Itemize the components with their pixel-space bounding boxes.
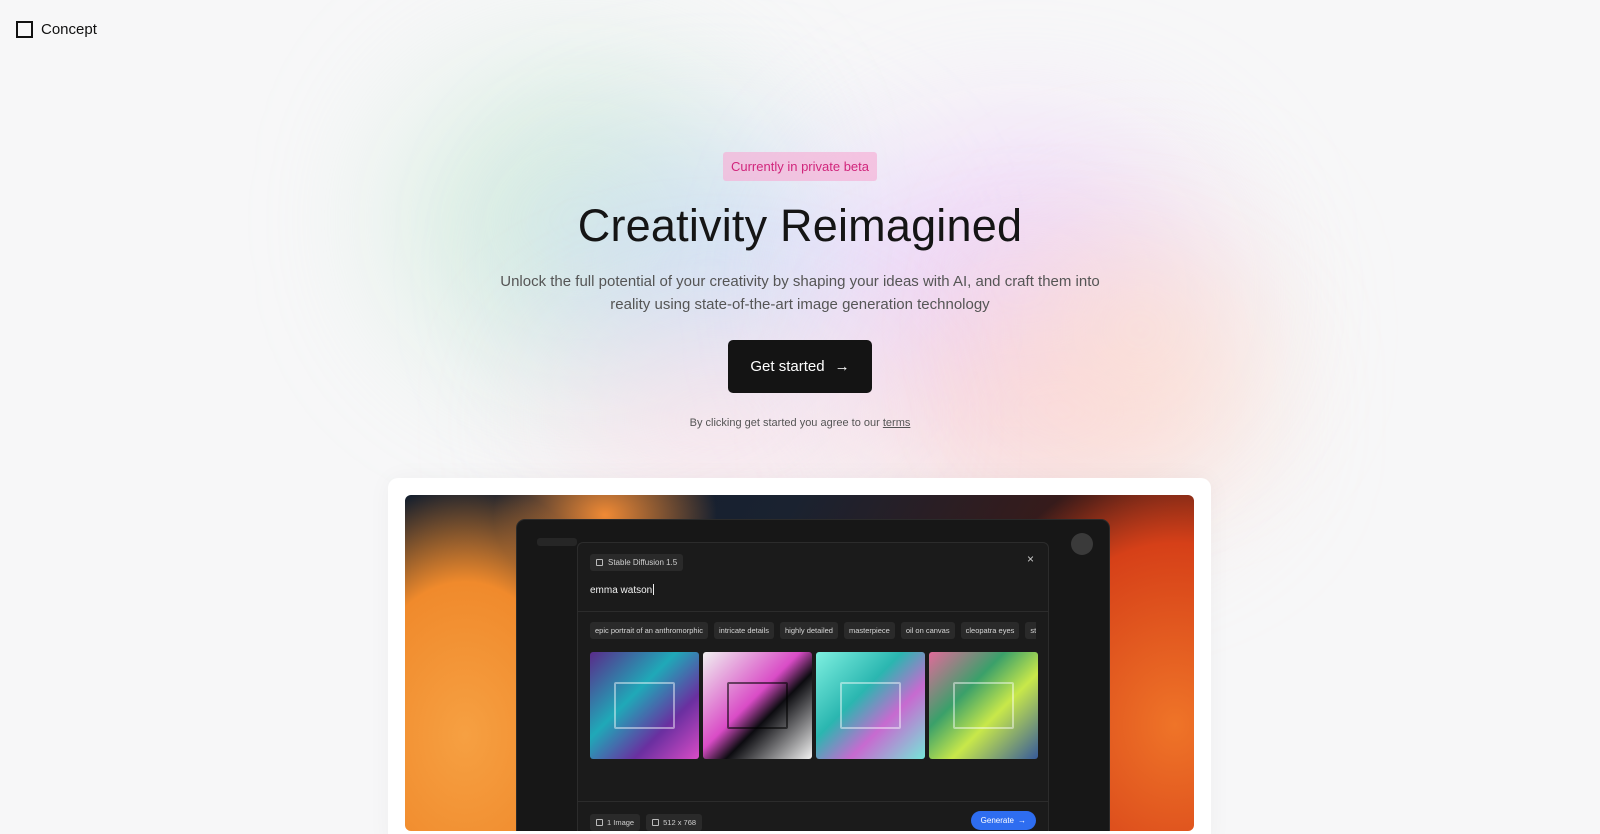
terms-link[interactable]: terms bbox=[883, 417, 911, 429]
image-count-selector[interactable]: 1 Image bbox=[590, 814, 641, 831]
logo[interactable]: Concept bbox=[16, 21, 97, 38]
text-caret bbox=[653, 584, 655, 595]
app-window: Stable Diffusion 1.5 × emma watson epic … bbox=[517, 520, 1109, 831]
generated-image[interactable] bbox=[816, 652, 925, 759]
get-started-button[interactable]: Get started → bbox=[728, 340, 872, 393]
generated-image[interactable] bbox=[703, 652, 812, 759]
wallpaper-image: Stable Diffusion 1.5 × emma watson epic … bbox=[405, 495, 1194, 831]
image-icon bbox=[596, 819, 603, 826]
model-selector[interactable]: Stable Diffusion 1.5 bbox=[590, 554, 684, 571]
suggestion-tag[interactable]: masterpiece bbox=[843, 622, 895, 639]
resize-icon bbox=[652, 819, 660, 826]
logo-square-icon bbox=[16, 21, 33, 38]
hero-section: Currently in private beta Creativity Rei… bbox=[0, 152, 1600, 429]
image-size-selector[interactable]: 512 x 768 bbox=[646, 814, 703, 831]
suggestion-tag[interactable]: highly detailed bbox=[780, 622, 838, 639]
brand-name: Concept bbox=[41, 21, 97, 38]
generation-dialog: Stable Diffusion 1.5 × emma watson epic … bbox=[577, 542, 1049, 831]
suggestion-tag[interactable]: epic portrait of an anthromorphic bbox=[590, 622, 708, 639]
get-started-label: Get started bbox=[750, 358, 825, 375]
terms-text: By clicking get started you agree to our bbox=[689, 417, 883, 429]
generated-images bbox=[590, 652, 1038, 759]
window-title-placeholder bbox=[537, 538, 577, 546]
generated-image[interactable] bbox=[929, 652, 1038, 759]
prompt-suggestions: epic portrait of an anthromorphic intric… bbox=[590, 622, 1036, 639]
avatar bbox=[1071, 533, 1093, 555]
hero-subtitle: Unlock the full potential of your creati… bbox=[500, 273, 1100, 313]
model-label: Stable Diffusion 1.5 bbox=[608, 558, 678, 567]
generate-button[interactable]: Generate → bbox=[970, 811, 1036, 830]
image-count-label: 1 Image bbox=[607, 818, 635, 827]
close-icon[interactable]: × bbox=[1027, 552, 1034, 566]
prompt-value: emma watson bbox=[590, 585, 653, 596]
product-preview: Stable Diffusion 1.5 × emma watson epic … bbox=[388, 478, 1211, 834]
divider bbox=[578, 801, 1048, 802]
arrow-right-icon: → bbox=[1018, 816, 1026, 825]
divider bbox=[578, 611, 1048, 612]
beta-badge: Currently in private beta bbox=[722, 152, 877, 181]
suggestion-tag[interactable]: oil on canvas bbox=[900, 622, 955, 639]
model-cube-icon bbox=[596, 559, 603, 566]
generate-label: Generate bbox=[980, 816, 1014, 825]
suggestion-tag[interactable]: stud bbox=[1025, 622, 1036, 639]
page-title: Creativity Reimagined bbox=[577, 200, 1023, 251]
prompt-input[interactable]: emma watson bbox=[590, 584, 655, 596]
image-size-label: 512 x 768 bbox=[663, 818, 697, 827]
generation-options: 1 Image 512 x 768 bbox=[590, 814, 703, 831]
terms-notice: By clicking get started you agree to our… bbox=[0, 417, 1600, 429]
arrow-right-icon: → bbox=[834, 358, 850, 375]
suggestion-tag[interactable]: cleopatra eyes bbox=[960, 622, 1020, 639]
generated-image[interactable] bbox=[590, 652, 699, 759]
suggestion-tag[interactable]: intricate details bbox=[713, 622, 775, 639]
